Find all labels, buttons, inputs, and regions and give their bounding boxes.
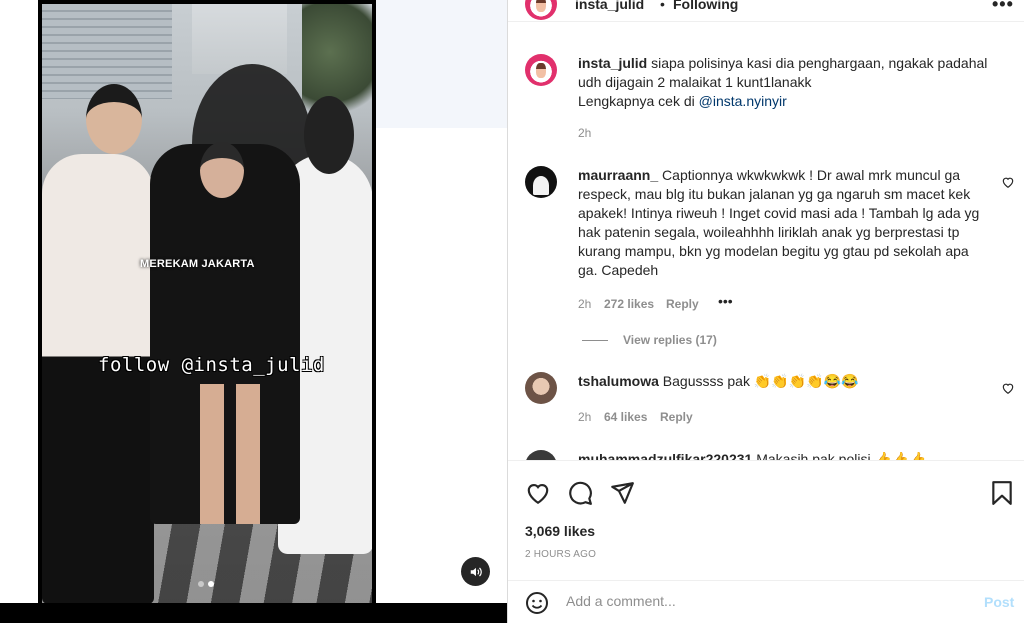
- comment-body: muhammadzulfikar220231 Makasih pak polis…: [578, 450, 988, 460]
- person-left: [42, 154, 154, 603]
- comment-like-heart-icon[interactable]: [1001, 175, 1015, 189]
- header-username[interactable]: insta_julid: [575, 0, 644, 12]
- add-comment-bar: Post: [508, 580, 1024, 623]
- person-left-head: [86, 84, 142, 154]
- video-player[interactable]: MEREKAM JAKARTA follow @insta_julid: [38, 0, 376, 603]
- comment-input[interactable]: [566, 593, 946, 609]
- comment-likes[interactable]: 272 likes: [604, 297, 654, 311]
- view-replies-button[interactable]: View replies (17): [623, 333, 717, 347]
- following-button[interactable]: Following: [673, 0, 738, 12]
- post-header: insta_julid • Following •••: [508, 0, 1024, 22]
- caption-time: 2h: [578, 126, 592, 140]
- heart-icon[interactable]: [525, 480, 551, 506]
- comment-reply-button[interactable]: Reply: [666, 297, 699, 311]
- comment-text: Bagussss pak 👏👏👏👏😂😂: [662, 373, 859, 389]
- mute-button[interactable]: [461, 557, 490, 586]
- post-comment-button[interactable]: Post: [984, 594, 1014, 610]
- video-frame: MEREKAM JAKARTA follow @insta_julid: [42, 4, 372, 603]
- comment-text: Makasih pak polisi 👍👍👍: [756, 451, 927, 460]
- more-options-button[interactable]: •••: [992, 0, 1014, 15]
- comment-avatar[interactable]: [525, 372, 557, 404]
- comment-likes[interactable]: 64 likes: [604, 410, 647, 424]
- comment-more-button[interactable]: •••: [718, 293, 733, 309]
- comment-text: Captionnya wkwkwkwk ! Dr awal mrk muncul…: [578, 167, 980, 278]
- likes-count[interactable]: 3,069 likes: [525, 523, 595, 539]
- speaker-icon: [470, 567, 482, 576]
- background-building-2: [192, 4, 287, 74]
- carousel-dots: [198, 581, 214, 587]
- bookmark-icon[interactable]: [989, 480, 1015, 506]
- post-details-panel: insta_julid • Following ••• insta_julid …: [507, 0, 1024, 623]
- person-center-head: [200, 142, 244, 198]
- separator-dot: •: [660, 0, 665, 12]
- comment-like-heart-icon[interactable]: [1001, 381, 1015, 395]
- watermark-follow: follow @insta_julid: [98, 354, 325, 376]
- watermark-merekam-jakarta: MEREKAM JAKARTA: [140, 258, 255, 270]
- comment-body: maurraann_ Captionnya wkwkwkwk ! Dr awal…: [578, 166, 988, 280]
- carousel-dot-active[interactable]: [208, 581, 214, 587]
- posted-time: 2 HOURS AGO: [525, 549, 597, 560]
- comment-avatar[interactable]: [525, 450, 557, 460]
- caption-avatar[interactable]: [525, 54, 557, 86]
- comment-username[interactable]: maurraann_: [578, 167, 658, 183]
- view-replies-line: [582, 340, 608, 341]
- instagram-post-view: MEREKAM JAKARTA follow @insta_julid inst…: [0, 0, 1024, 623]
- comment-time: 2h: [578, 410, 592, 424]
- media-pane: MEREKAM JAKARTA follow @insta_julid: [0, 0, 507, 623]
- avatar[interactable]: [525, 0, 557, 20]
- paper-plane-icon[interactable]: [609, 480, 635, 506]
- comment-body: tshalumowa Bagussss pak 👏👏👏👏😂😂: [578, 372, 988, 391]
- caption-line2: Lengkapnya cek di: [578, 93, 699, 109]
- comment-icon[interactable]: [567, 480, 593, 506]
- caption-username[interactable]: insta_julid: [578, 55, 647, 71]
- comments-scroll[interactable]: insta_julid siapa polisinya kasi dia pen…: [508, 40, 1024, 460]
- emoji-icon[interactable]: [525, 591, 549, 615]
- person-center-legs: [200, 384, 260, 524]
- comment-username[interactable]: muhammadzulfikar220231: [578, 451, 752, 460]
- comment-time: 2h: [578, 297, 592, 311]
- person-right-head: [304, 96, 354, 174]
- caption-mention-link[interactable]: @insta.nyinyir: [699, 93, 787, 109]
- post-actions: 3,069 likes 2 HOURS AGO: [508, 460, 1024, 580]
- media-left-margin: [0, 0, 38, 603]
- media-side-preview: [376, 0, 507, 128]
- caption: insta_julid siapa polisinya kasi dia pen…: [578, 54, 998, 111]
- carousel-dot[interactable]: [198, 581, 204, 587]
- comment-avatar[interactable]: [525, 166, 557, 198]
- media-bottom-bar: [0, 603, 507, 623]
- comment-username[interactable]: tshalumowa: [578, 373, 659, 389]
- comment-reply-button[interactable]: Reply: [660, 410, 693, 424]
